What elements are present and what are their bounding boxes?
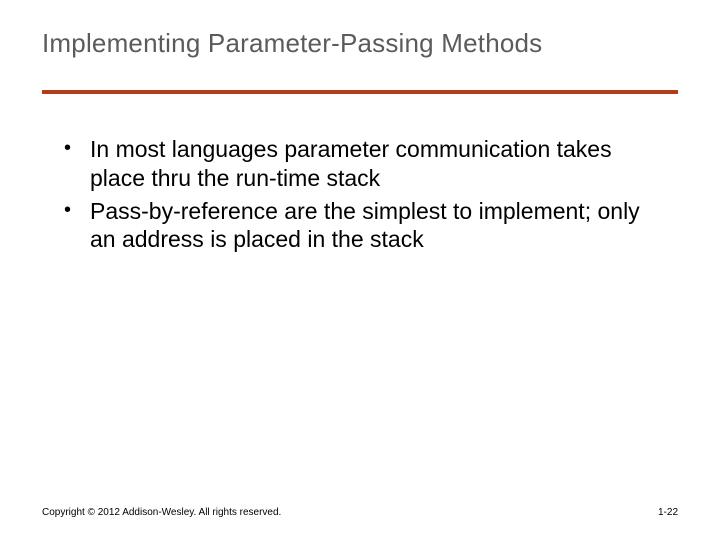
slide-title: Implementing Parameter-Passing Methods [42, 28, 678, 59]
slide: Implementing Parameter-Passing Methods I… [0, 0, 720, 540]
footer-page-number: 1-22 [658, 507, 678, 518]
footer-copyright: Copyright © 2012 Addison-Wesley. All rig… [42, 507, 281, 518]
slide-body: In most languages parameter communicatio… [60, 135, 660, 258]
bullet-list: In most languages parameter communicatio… [60, 135, 660, 254]
horizontal-rule [42, 90, 678, 94]
bullet-item: In most languages parameter communicatio… [60, 135, 660, 193]
bullet-item: Pass-by-reference are the simplest to im… [60, 197, 660, 255]
